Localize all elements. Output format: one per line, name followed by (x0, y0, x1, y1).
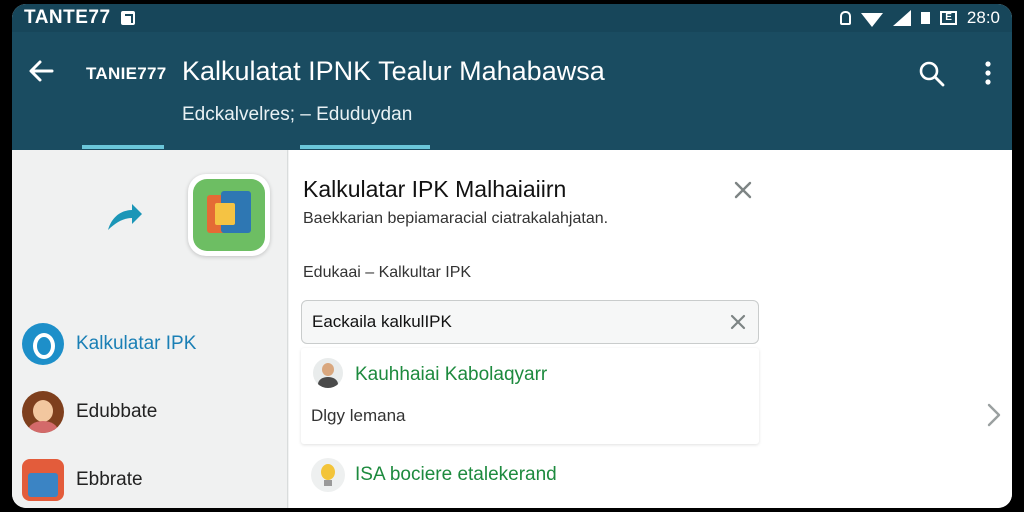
more-vert-icon[interactable] (976, 58, 1000, 88)
app-logo-icon (188, 174, 270, 256)
arrow-back-icon[interactable] (26, 56, 56, 86)
avatar-icon (22, 391, 64, 433)
status-left: TANTE77 (24, 7, 135, 29)
sidebar-item-edubbate[interactable]: Edubbate (22, 388, 282, 436)
app-bar: TANIE777 Kalkulatat IPNK Tealur Mahabaws… (12, 32, 1012, 150)
sidebar-item-label: Kalkulatar IPK (76, 333, 197, 354)
result-name: Kauhhaiai Kabolaqyarr (355, 364, 548, 385)
sidebar-item-label: Ebbrate (76, 469, 143, 490)
page-subtitle: Edckalvelres; – Eduduydan (182, 104, 413, 125)
notification-icon (120, 11, 135, 25)
battery-icon: E (940, 11, 957, 25)
app-logo-icon (22, 323, 64, 365)
close-icon[interactable] (731, 178, 755, 202)
clear-icon[interactable] (728, 312, 748, 332)
status-time: 28:0 (966, 8, 1000, 27)
search-field[interactable] (301, 300, 759, 344)
category-label: Edukaai – Kalkultar IPK (303, 264, 472, 281)
card-title: Kalkulatar IPK Malhaiaiirn (303, 176, 567, 202)
signal-icon (893, 10, 912, 26)
tab-indicator (300, 145, 430, 149)
sidebar: Kalkulatar IPK Edubbate Ebbrate (12, 150, 288, 508)
search-icon[interactable] (918, 60, 946, 88)
list-item-label: ISA bociere etalekerand (355, 464, 557, 485)
lightbulb-icon (311, 458, 345, 492)
sidebar-item-kalkulator[interactable]: Kalkulatar IPK (22, 320, 282, 368)
page-title: Kalkulatat IPNK Tealur Mahabawsa (182, 56, 605, 86)
phone-screen: TANTE77 E 28:0 TANIE777 Kalkulatat IPNK … (12, 4, 1012, 508)
main-panel: Kalkulatar IPK Malhaiaiirn Baekkarian be… (289, 150, 1012, 508)
alarm-icon (840, 11, 852, 25)
wifi-icon (861, 13, 884, 27)
person-avatar-icon (313, 358, 343, 388)
result-meta: Dlgy lemana (311, 406, 406, 425)
sidebar-item-ebbrate[interactable]: Ebbrate (22, 456, 282, 504)
app-tag: TANIE777 (86, 64, 167, 83)
status-right: E 28:0 (840, 8, 1000, 28)
list-item[interactable]: ISA bociere etalekerand (301, 452, 759, 502)
app-icon (22, 459, 64, 501)
card-subtitle: Baekkarian bepiamaracial ciatrakalahjata… (303, 210, 609, 227)
sim-icon (921, 12, 931, 24)
tab-indicator (82, 145, 164, 149)
carrier-label: TANTE77 (24, 7, 111, 28)
sidebar-item-label: Edubbate (76, 401, 158, 422)
status-bar: TANTE77 E 28:0 (12, 4, 1012, 32)
share-arrow-icon[interactable] (102, 200, 144, 236)
chevron-right-icon[interactable] (985, 402, 1003, 428)
result-card[interactable]: Kauhhaiai Kabolaqyarr Dlgy lemana (301, 348, 759, 444)
search-input[interactable] (312, 312, 728, 332)
